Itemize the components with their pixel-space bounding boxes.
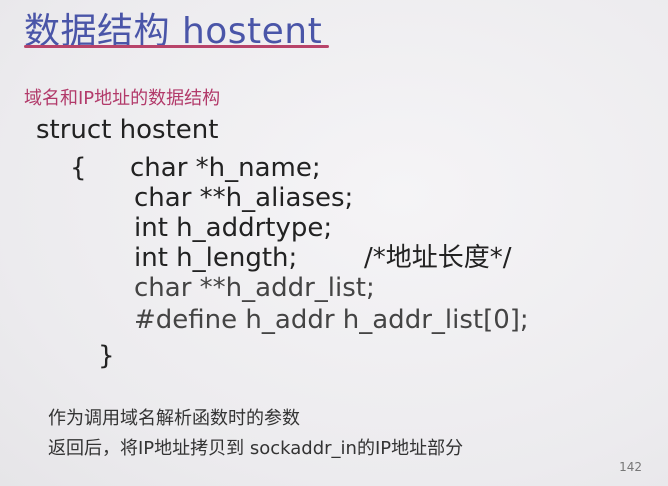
title-underline <box>24 45 329 48</box>
code-field-addr-list: char **h_addr_list; <box>134 273 375 303</box>
code-open-brace: { <box>70 153 87 183</box>
code-field-aliases: char **h_aliases; <box>134 183 354 213</box>
page-number: 142 <box>619 460 642 474</box>
code-field-length-comment: /*地址长度*/ <box>364 243 512 273</box>
code-field-addrtype: int h_addrtype; <box>134 213 333 243</box>
slide: 数据结构 hostent 域名和IP地址的数据结构 struct hostent… <box>0 0 668 486</box>
note-line-1: 作为调用域名解析函数时的参数 <box>48 408 300 429</box>
code-define-addr: #define h_addr h_addr_list[0]; <box>134 305 529 335</box>
note-line-2: 返回后，将IP地址拷贝到 sockaddr_in的IP地址部分 <box>48 438 464 459</box>
code-struct-line: struct hostent <box>36 115 219 145</box>
code-close-brace: } <box>98 341 115 371</box>
code-field-length: int h_length; <box>134 243 298 273</box>
slide-subtitle: 域名和IP地址的数据结构 <box>24 88 221 109</box>
code-field-name: char *h_name; <box>130 153 321 183</box>
